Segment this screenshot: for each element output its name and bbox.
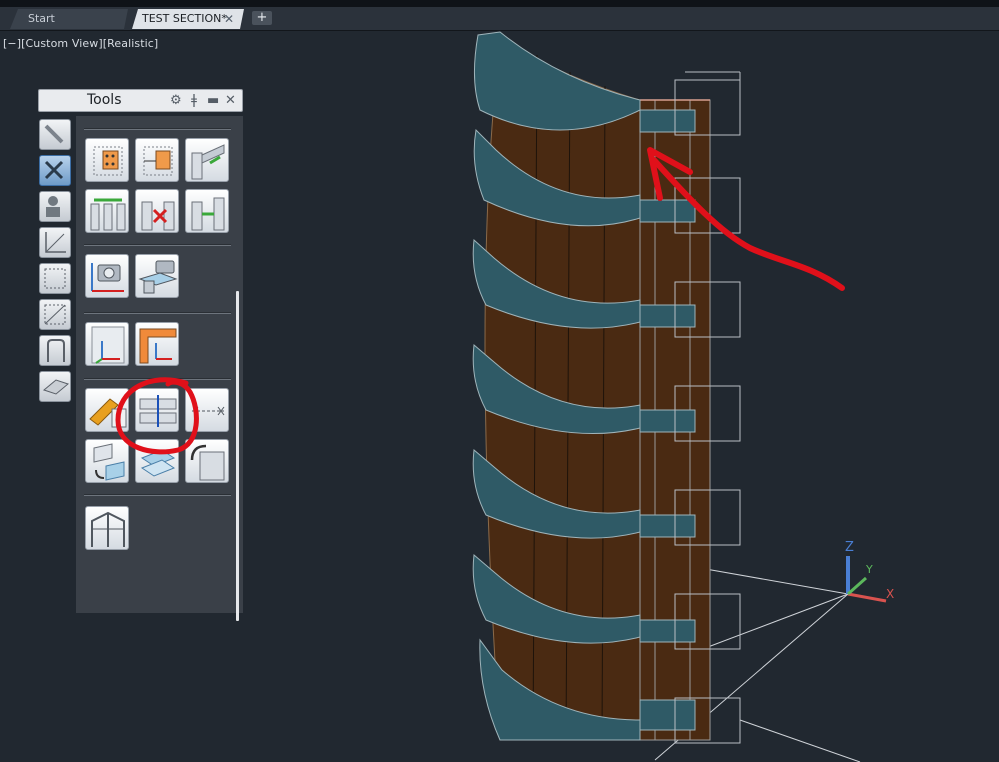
separator (84, 378, 231, 380)
camera-tool[interactable] (85, 254, 129, 298)
side-tab-draw[interactable] (39, 119, 71, 150)
palette-title: Tools (87, 92, 122, 108)
dimension-icon (192, 406, 225, 416)
camera-object-icon (138, 260, 178, 294)
frame-icon (91, 511, 125, 547)
minimize-icon[interactable]: ▬ (207, 93, 219, 108)
ledges (639, 109, 696, 731)
separator (84, 244, 231, 246)
connect-group-tool[interactable] (85, 189, 129, 233)
side-tab-bend[interactable] (39, 335, 71, 366)
camera-object-tool[interactable] (135, 254, 179, 298)
join-profile-icon (93, 443, 125, 481)
joint-box-icon (93, 146, 123, 176)
clip-icon (44, 304, 66, 325)
rotate-profile-tool[interactable] (185, 439, 229, 483)
side-tab-user[interactable] (39, 191, 71, 222)
joint-copy-tool[interactable] (135, 138, 179, 182)
palette-scrollbar[interactable] (236, 291, 239, 621)
camera-icon (91, 263, 124, 292)
axis-icon (45, 232, 66, 253)
gear-icon[interactable]: ⚙ (170, 93, 182, 108)
ucs-view-tool[interactable] (85, 322, 129, 366)
connect-group-icon (90, 198, 126, 231)
profile-view-tool[interactable] (135, 439, 179, 483)
profile-view-icon (140, 449, 176, 477)
ucs-object-icon (139, 328, 177, 364)
pencil-icon (44, 124, 64, 144)
ucs-z-label: Z (845, 540, 854, 555)
tool-palette[interactable]: Tools ⚙ ǂ ▬ ✕ (38, 89, 243, 621)
join-profile-tool[interactable] (85, 439, 129, 483)
beam-connect-icon (191, 144, 225, 180)
ucs-view-icon (91, 326, 125, 364)
side-tab-tools[interactable] (39, 155, 71, 186)
split-beam-icon (139, 395, 177, 427)
joint-box-tool[interactable] (85, 138, 129, 182)
frame-tool[interactable] (85, 506, 129, 550)
bend-icon (47, 339, 65, 362)
separator (84, 494, 231, 496)
dimension-tool[interactable] (185, 388, 229, 432)
ucs-y-label: Y (865, 563, 873, 576)
wrench-icon (44, 160, 64, 180)
ucs-object-tool[interactable] (135, 322, 179, 366)
joint-copy-icon (143, 146, 173, 176)
side-tab-axis[interactable] (39, 227, 71, 258)
delete-connection-icon (141, 201, 175, 231)
transfer-connection-tool[interactable] (185, 189, 229, 233)
split-beam-tool[interactable] (135, 388, 179, 432)
delete-connection-tool[interactable] (135, 189, 179, 233)
palette-tool-area (76, 116, 243, 621)
ucs-x-label: X (886, 587, 894, 601)
user-icon (46, 196, 60, 217)
palette-title-bar[interactable]: Tools ⚙ ǂ ▬ ✕ (38, 89, 243, 112)
transfer-connection-icon (191, 197, 225, 231)
separator (84, 312, 231, 314)
palette-side-tabs (38, 116, 76, 416)
pin-tool-icon (89, 398, 127, 428)
separator (84, 128, 231, 130)
rotate-profile-icon (190, 444, 225, 481)
side-tab-plate[interactable] (39, 371, 71, 402)
side-tab-clip[interactable] (39, 299, 71, 330)
side-tab-box[interactable] (39, 263, 71, 294)
close-icon[interactable]: ✕ (225, 93, 236, 108)
pin-tool[interactable] (85, 388, 129, 432)
plate-icon (42, 379, 70, 395)
beam-connect-tool[interactable] (185, 138, 229, 182)
dotted-box-icon (44, 268, 66, 289)
pin-icon[interactable]: ǂ (191, 93, 197, 108)
